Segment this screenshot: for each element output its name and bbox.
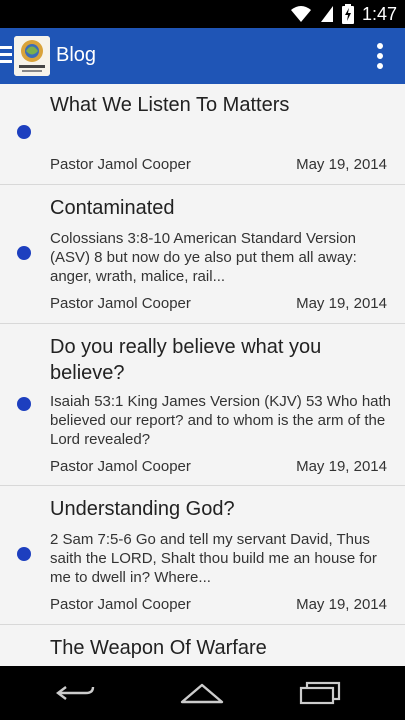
battery-charging-icon (341, 4, 354, 24)
post-excerpt: Colossians 3:8-10 American Standard Vers… (50, 230, 357, 285)
blog-post-list: What We Listen To Matters Pastor Jamol C… (0, 84, 405, 666)
app-bar: Blog (0, 28, 405, 84)
list-item[interactable]: Contaminated Colossians 3:8-10 American … (0, 185, 405, 324)
post-date: May 19, 2014 (296, 596, 387, 613)
back-icon (56, 686, 95, 700)
post-date: May 19, 2014 (296, 295, 387, 312)
list-item[interactable]: The Weapon Of Warfare (0, 625, 405, 666)
post-author: Pastor Jamol Cooper (50, 596, 191, 613)
post-date: May 19, 2014 (296, 156, 387, 173)
new-life-logo-icon[interactable] (14, 36, 50, 76)
back-button[interactable] (46, 676, 106, 710)
unread-indicator (17, 246, 31, 260)
post-date: May 19, 2014 (296, 458, 387, 475)
recent-apps-button[interactable] (290, 676, 350, 710)
home-icon (180, 683, 224, 704)
app-title: Blog (56, 44, 97, 66)
status-bar: 1:47 (0, 0, 405, 28)
status-icons: 1:47 (290, 4, 397, 24)
system-nav-bar (0, 666, 405, 720)
hamburger-icon[interactable] (0, 42, 12, 68)
wifi-icon (290, 6, 311, 22)
post-title: The Weapon Of Warfare (50, 637, 267, 659)
unread-indicator (17, 397, 31, 411)
post-author: Pastor Jamol Cooper (50, 458, 191, 475)
post-author: Pastor Jamol Cooper (50, 295, 191, 312)
post-excerpt: 2 Sam 7:5-6 Go and tell my servant David… (50, 531, 377, 586)
post-title: Understanding God? (50, 498, 235, 520)
overflow-menu-icon[interactable] (375, 42, 385, 70)
post-title: Contaminated (50, 197, 175, 219)
post-excerpt: Isaiah 53:1 King James Version (KJV) 53 … (50, 393, 392, 448)
post-author: Pastor Jamol Cooper (50, 156, 191, 173)
post-title: What We Listen To Matters (50, 94, 290, 116)
unread-indicator (17, 547, 31, 561)
unread-indicator (17, 125, 31, 139)
status-time: 1:47 (361, 3, 397, 24)
list-item[interactable]: Do you really believe what you believe? … (0, 324, 405, 486)
recent-apps-icon (299, 681, 341, 705)
list-item[interactable]: Understanding God? 2 Sam 7:5-6 Go and te… (0, 486, 405, 625)
home-button[interactable] (172, 676, 232, 710)
list-item[interactable]: What We Listen To Matters Pastor Jamol C… (0, 84, 405, 185)
signal-icon (320, 6, 333, 22)
post-title: Do you really believe what you believe? (50, 336, 322, 384)
